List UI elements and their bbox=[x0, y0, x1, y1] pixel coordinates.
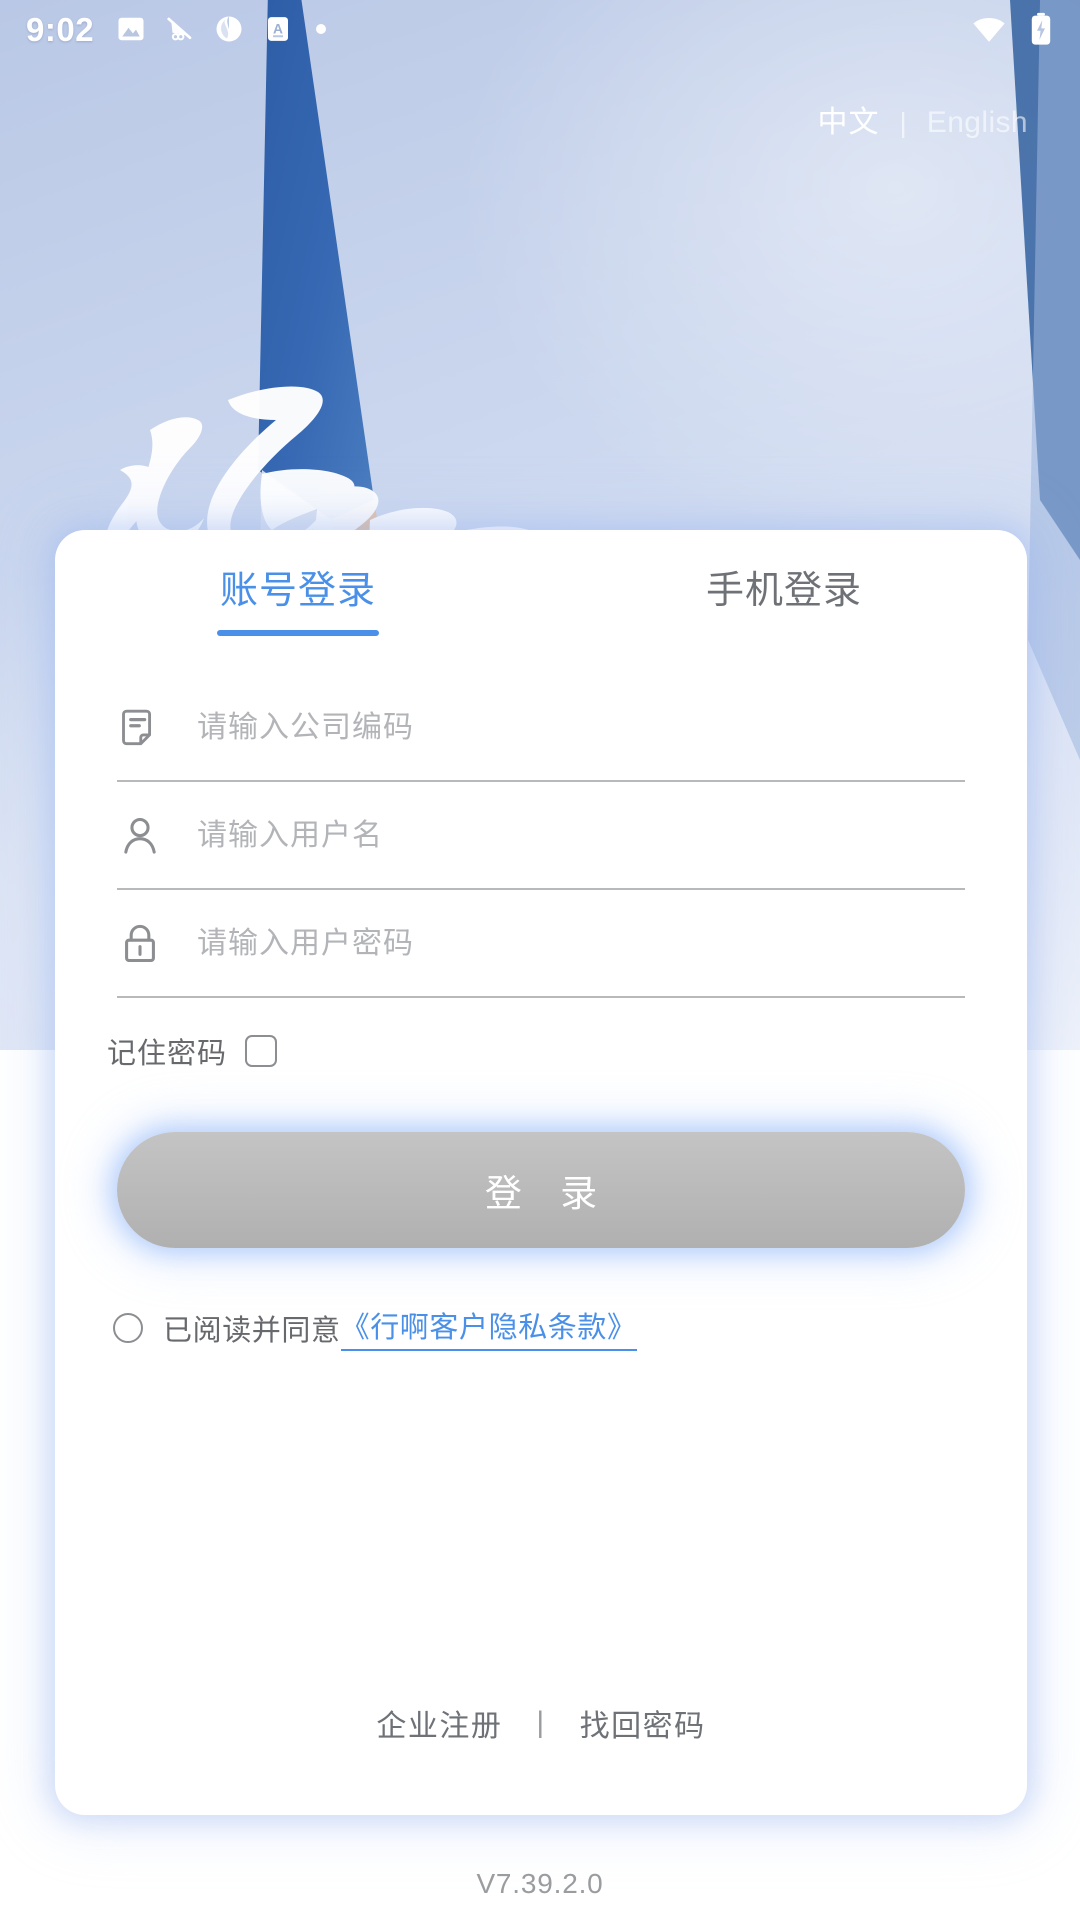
login-button-wrapper: 登 录 bbox=[55, 1072, 1027, 1248]
login-tabs: 账号登录 手机登录 bbox=[55, 530, 1027, 636]
enterprise-register-link[interactable]: 企业注册 bbox=[376, 1701, 502, 1745]
svg-text:A: A bbox=[273, 21, 283, 36]
dot-icon bbox=[316, 24, 327, 34]
language-option-english[interactable]: English bbox=[927, 108, 1028, 138]
password-underline bbox=[117, 996, 965, 998]
status-clock: 9:02 bbox=[26, 10, 95, 48]
username-placeholder: 请输入用户名 bbox=[197, 819, 383, 852]
footer-separator: | bbox=[536, 1706, 546, 1739]
tab-phone-login-label: 手机登录 bbox=[705, 570, 862, 612]
app-circle-icon bbox=[216, 16, 242, 42]
status-left-icons: A bbox=[116, 14, 330, 44]
remember-password-checkbox[interactable] bbox=[245, 1035, 278, 1067]
language-separator: | bbox=[899, 107, 907, 138]
user-icon bbox=[117, 813, 175, 859]
wifi-icon bbox=[973, 17, 1005, 42]
password-placeholder: 请输入用户密码 bbox=[197, 927, 414, 960]
app-version: V7.39.2.0 bbox=[476, 1868, 604, 1899]
privacy-policy-link[interactable]: 《行啊客户隐私条款》 bbox=[340, 1304, 637, 1351]
tab-account-login[interactable]: 账号登录 bbox=[55, 572, 541, 636]
remember-password-row[interactable]: 记住密码 bbox=[55, 998, 1027, 1072]
username-field[interactable]: 请输入用户名 bbox=[117, 782, 965, 890]
language-option-chinese[interactable]: 中文 bbox=[818, 108, 880, 138]
login-button[interactable]: 登 录 bbox=[117, 1132, 965, 1248]
tab-account-login-label: 账号登录 bbox=[219, 570, 376, 612]
forgot-password-link[interactable]: 找回密码 bbox=[580, 1701, 706, 1745]
login-card: 账号登录 手机登录 请输入公司编码 请输入用户名 请输入用户密码 记住密码 登 … bbox=[55, 530, 1027, 1815]
card-footer-links: 企业注册 | 找回密码 bbox=[55, 1701, 1027, 1745]
language-switcher[interactable]: 中文 | English bbox=[818, 108, 1028, 138]
company-code-icon bbox=[117, 705, 175, 751]
tab-phone-login[interactable]: 手机登录 bbox=[541, 572, 1027, 636]
remember-password-label: 记住密码 bbox=[107, 1038, 228, 1070]
notification-slash-icon bbox=[167, 17, 192, 41]
status-bar: 9:02 A bbox=[0, 0, 1080, 58]
tab-active-underline bbox=[217, 630, 379, 636]
lock-icon bbox=[117, 921, 175, 967]
privacy-agreement-row[interactable]: 已阅读并同意 《行啊客户隐私条款》 bbox=[55, 1248, 1027, 1351]
password-field[interactable]: 请输入用户密码 bbox=[117, 890, 965, 998]
company-code-placeholder: 请输入公司编码 bbox=[197, 711, 414, 744]
status-right-icons bbox=[970, 12, 1054, 46]
privacy-agreement-radio[interactable] bbox=[113, 1312, 143, 1343]
battery-charging-icon bbox=[1031, 12, 1051, 45]
privacy-agreement-text: 已阅读并同意 bbox=[163, 1314, 341, 1347]
company-code-field[interactable]: 请输入公司编码 bbox=[117, 674, 965, 782]
image-icon bbox=[118, 17, 144, 41]
login-form: 请输入公司编码 请输入用户名 请输入用户密码 bbox=[55, 636, 1027, 998]
letter-a-icon: A bbox=[268, 17, 289, 41]
